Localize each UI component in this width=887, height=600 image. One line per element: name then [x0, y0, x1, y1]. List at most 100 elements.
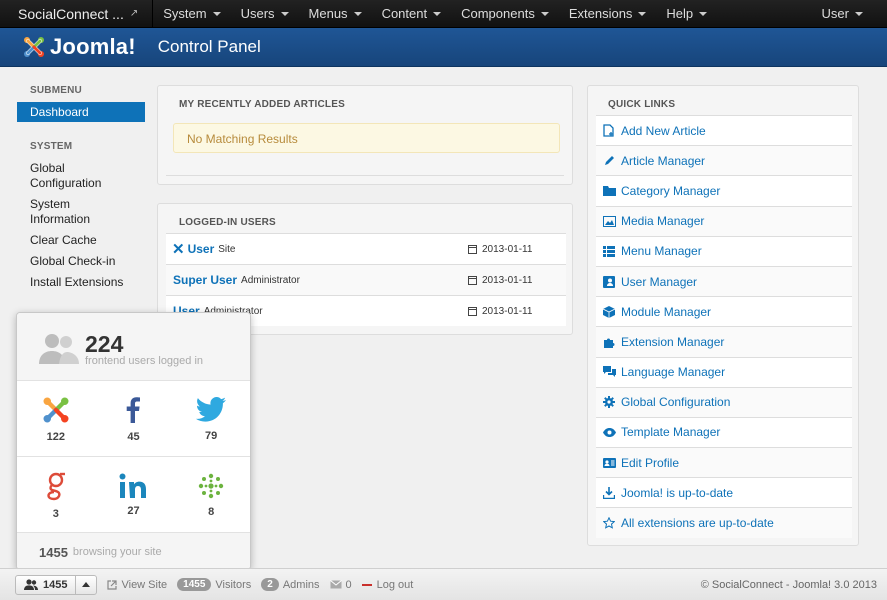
users-icon [39, 334, 79, 364]
quick-link-category-manager[interactable]: Category Manager [596, 175, 852, 206]
quick-link-joomla-up-to-date[interactable]: Joomla! is up-to-date [596, 477, 852, 508]
system-heading: SYSTEM [30, 141, 73, 152]
submenu-item-system-information[interactable]: System Information [17, 194, 145, 230]
logout-user-icon[interactable]: ✕ [172, 240, 185, 258]
visitors-indicator[interactable]: 1455 Visitors [177, 578, 251, 591]
quick-link-extensions-up-to-date[interactable]: All extensions are up-to-date [596, 507, 852, 538]
divider [166, 175, 564, 176]
linkedin-count: 27 [127, 504, 140, 517]
joomla-logo[interactable]: Joomla! [22, 34, 136, 60]
calendar-icon [468, 244, 477, 254]
user-icon [602, 275, 616, 289]
nav-menu-content[interactable]: Content [372, 0, 452, 28]
caret-down-icon [280, 11, 289, 16]
social-summary: 224 frontend users logged in [17, 313, 250, 381]
quick-links-list: Add New Article Article Manager Category… [596, 115, 852, 538]
messages-indicator[interactable]: 0 [329, 579, 352, 591]
panel-heading: MY RECENTLY ADDED ARTICLES [179, 99, 345, 110]
submenu-item-global-configuration[interactable]: Global Configuration [17, 158, 145, 194]
login-date: 2013-01-11 [468, 275, 532, 286]
gear-icon [602, 395, 616, 409]
view-site-link[interactable]: View Site [107, 579, 167, 591]
nav-menu-help[interactable]: Help [656, 0, 717, 28]
quick-link-edit-profile[interactable]: Edit Profile [596, 447, 852, 478]
submenu: SUBMENU Dashboard SYSTEM Global Configur… [17, 85, 145, 293]
twitter-count: 79 [205, 429, 218, 442]
logout-icon [361, 583, 372, 586]
facebook-icon [127, 396, 141, 423]
page-title: Control Panel [157, 37, 261, 56]
download-icon [602, 486, 616, 500]
quick-links-panel: QUICK LINKS Add New Article Article Mana… [587, 85, 859, 546]
google-icon [47, 472, 65, 500]
site-brand-label: SocialConnect ... [18, 5, 124, 22]
login-date: 2013-01-11 [468, 244, 532, 255]
table-row: Super User Administrator 2013-01-11 [166, 264, 566, 295]
caret-down-icon [699, 11, 708, 16]
quick-link-template-manager[interactable]: Template Manager [596, 416, 852, 448]
browsing-label: browsing your site [72, 546, 162, 558]
nav-menu-user[interactable]: User [812, 0, 887, 28]
nav-menu-menus[interactable]: Menus [299, 0, 372, 28]
admins-indicator[interactable]: 2 Admins [261, 578, 320, 591]
users-icon [24, 579, 38, 590]
submenu-item-install-extensions[interactable]: Install Extensions [17, 272, 145, 293]
cube-icon [602, 305, 616, 319]
joomla-icon [43, 397, 69, 422]
linkedin-icon [119, 473, 147, 498]
quick-link-extension-manager[interactable]: Extension Manager [596, 326, 852, 357]
submenu-item-dashboard[interactable]: Dashboard [17, 102, 145, 122]
caret-down-icon [433, 11, 442, 16]
nav-menu-extensions[interactable]: Extensions [559, 0, 657, 28]
quick-link-add-new-article[interactable]: Add New Article [596, 115, 852, 146]
social-network-facebook[interactable]: 45 [94, 381, 173, 457]
social-network-google[interactable]: 3 [17, 457, 95, 533]
twitter-icon [195, 396, 227, 422]
external-link-icon: ↗ [129, 8, 139, 19]
submenu-item-global-check-in[interactable]: Global Check-in [17, 251, 145, 272]
logout-link[interactable]: Log out [361, 579, 413, 591]
users-count-button[interactable]: 1455 [16, 575, 77, 594]
social-toggle-button[interactable]: 1455 [15, 574, 98, 595]
logo-text: Joomla! [50, 34, 136, 59]
calendar-icon [468, 306, 477, 316]
expand-up-icon[interactable] [76, 576, 96, 594]
submenu-item-clear-cache[interactable]: Clear Cache [17, 230, 145, 251]
status-bar: 1455 View Site 1455 Visitors 2 Admins 0 … [0, 568, 887, 600]
login-date: 2013-01-11 [468, 306, 532, 317]
visitors-badge: 1455 [177, 578, 212, 591]
quick-link-module-manager[interactable]: Module Manager [596, 296, 852, 327]
eye-icon [602, 425, 616, 439]
nav-menu-system[interactable]: System [153, 0, 230, 28]
quick-link-language-manager[interactable]: Language Manager [596, 356, 852, 387]
facebook-count: 45 [127, 430, 140, 443]
panel-heading: QUICK LINKS [608, 99, 676, 110]
social-network-other[interactable]: 8 [172, 457, 250, 533]
quick-link-user-manager[interactable]: User Manager [596, 265, 852, 297]
frontend-users-count: 224 [85, 331, 124, 357]
social-network-linkedin[interactable]: 27 [94, 457, 173, 533]
nav-menu-components[interactable]: Components [451, 0, 559, 28]
social-network-joomla[interactable]: 122 [17, 381, 95, 457]
quick-link-menu-manager[interactable]: Menu Manager [596, 235, 852, 266]
profile-card-icon [602, 456, 616, 470]
user-name-link[interactable]: Super User [173, 273, 237, 287]
image-icon [602, 214, 616, 228]
puzzle-icon [602, 335, 616, 349]
quick-link-media-manager[interactable]: Media Manager [596, 205, 852, 236]
table-row: ✕ User Site 2013-01-11 [166, 233, 566, 264]
panel-heading: LOGGED-IN USERS [179, 217, 276, 228]
top-navbar: SocialConnect ... ↗ System Users Menus C… [0, 0, 887, 28]
social-stats-popup: 224 frontend users logged in 122 45 79 3… [16, 312, 251, 570]
other-network-count: 8 [208, 505, 215, 518]
site-brand-link[interactable]: SocialConnect ... ↗ [0, 0, 154, 28]
quick-link-article-manager[interactable]: Article Manager [596, 145, 852, 176]
quick-link-global-configuration[interactable]: Global Configuration [596, 386, 852, 417]
social-network-twitter[interactable]: 79 [172, 381, 250, 457]
nav-menu-users[interactable]: Users [231, 0, 299, 28]
mail-icon [329, 580, 342, 589]
social-networks-grid: 122 45 79 3 27 8 [17, 381, 250, 533]
recent-articles-panel: MY RECENTLY ADDED ARTICLES No Matching R… [157, 85, 573, 185]
joomla-count: 122 [46, 430, 65, 443]
user-name-link[interactable]: User [188, 242, 215, 256]
